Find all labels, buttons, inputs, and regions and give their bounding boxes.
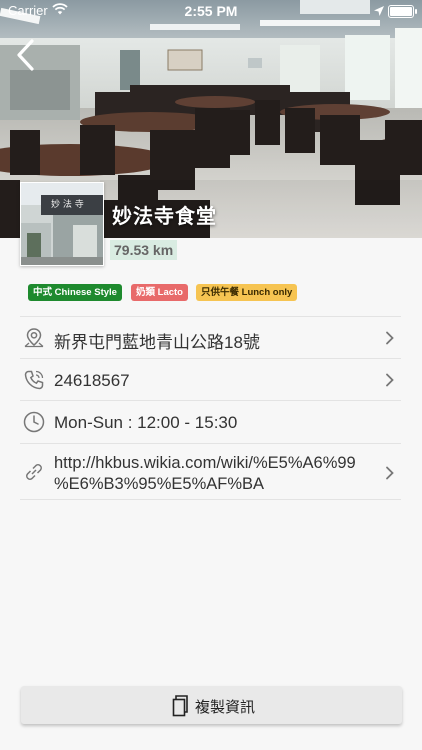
chevron-left-icon xyxy=(17,39,34,71)
status-bar: Carrier 2:55 PM xyxy=(0,0,422,22)
address-row[interactable]: 新界屯門藍地青山公路18號 xyxy=(20,316,401,358)
copy-icon xyxy=(172,694,192,723)
phone-icon xyxy=(22,368,46,392)
copy-info-button[interactable]: 複製資訊 xyxy=(21,686,402,724)
restaurant-entrance-photo xyxy=(21,183,103,265)
clock-time: 2:55 PM xyxy=(184,3,238,19)
phone-row[interactable]: 24618567 xyxy=(20,358,401,400)
link-icon xyxy=(22,460,46,484)
url-line-1: http://hkbus.wikia.com/wiki/%E5%A6%99 xyxy=(54,454,356,472)
chevron-right-icon xyxy=(385,466,395,480)
clock-icon xyxy=(22,410,46,434)
phone-text: 24618567 xyxy=(54,371,130,390)
url-line-2: %E6%B3%95%E5%AF%BA xyxy=(54,475,265,493)
tag-lacto: 奶類 Lacto xyxy=(131,284,188,301)
thumbnail-sign-text: 妙 法 寺 xyxy=(51,200,84,210)
url-text: http://hkbus.wikia.com/wiki/%E5%A6%99 %E… xyxy=(54,453,356,495)
address-text: 新界屯門藍地青山公路18號 xyxy=(54,333,260,352)
info-list: 新界屯門藍地青山公路18號 24618567 Mon-Sun : 12:00 -… xyxy=(20,316,401,502)
chevron-right-icon xyxy=(385,331,395,345)
restaurant-name: 妙法寺食堂 xyxy=(112,206,217,228)
distance-badge: 79.53 km xyxy=(110,240,178,260)
battery-icon xyxy=(388,5,417,18)
copy-info-label: 複製資訊 xyxy=(195,699,256,716)
location-arrow-icon xyxy=(374,4,384,19)
tag-chinese-style: 中式 Chinese Style xyxy=(28,284,122,301)
back-button[interactable] xyxy=(14,38,40,72)
location-pin-icon xyxy=(22,326,46,350)
url-row[interactable]: http://hkbus.wikia.com/wiki/%E5%A6%99 %E… xyxy=(20,443,401,502)
hours-row: Mon-Sun : 12:00 - 15:30 xyxy=(20,400,401,443)
tag-lunch-only: 只供午餐 Lunch only xyxy=(196,284,298,301)
restaurant-thumbnail: 妙 法 寺 xyxy=(20,182,104,266)
divider xyxy=(20,499,401,500)
hours-text: Mon-Sun : 12:00 - 15:30 xyxy=(54,413,238,432)
chevron-right-icon xyxy=(385,373,395,387)
